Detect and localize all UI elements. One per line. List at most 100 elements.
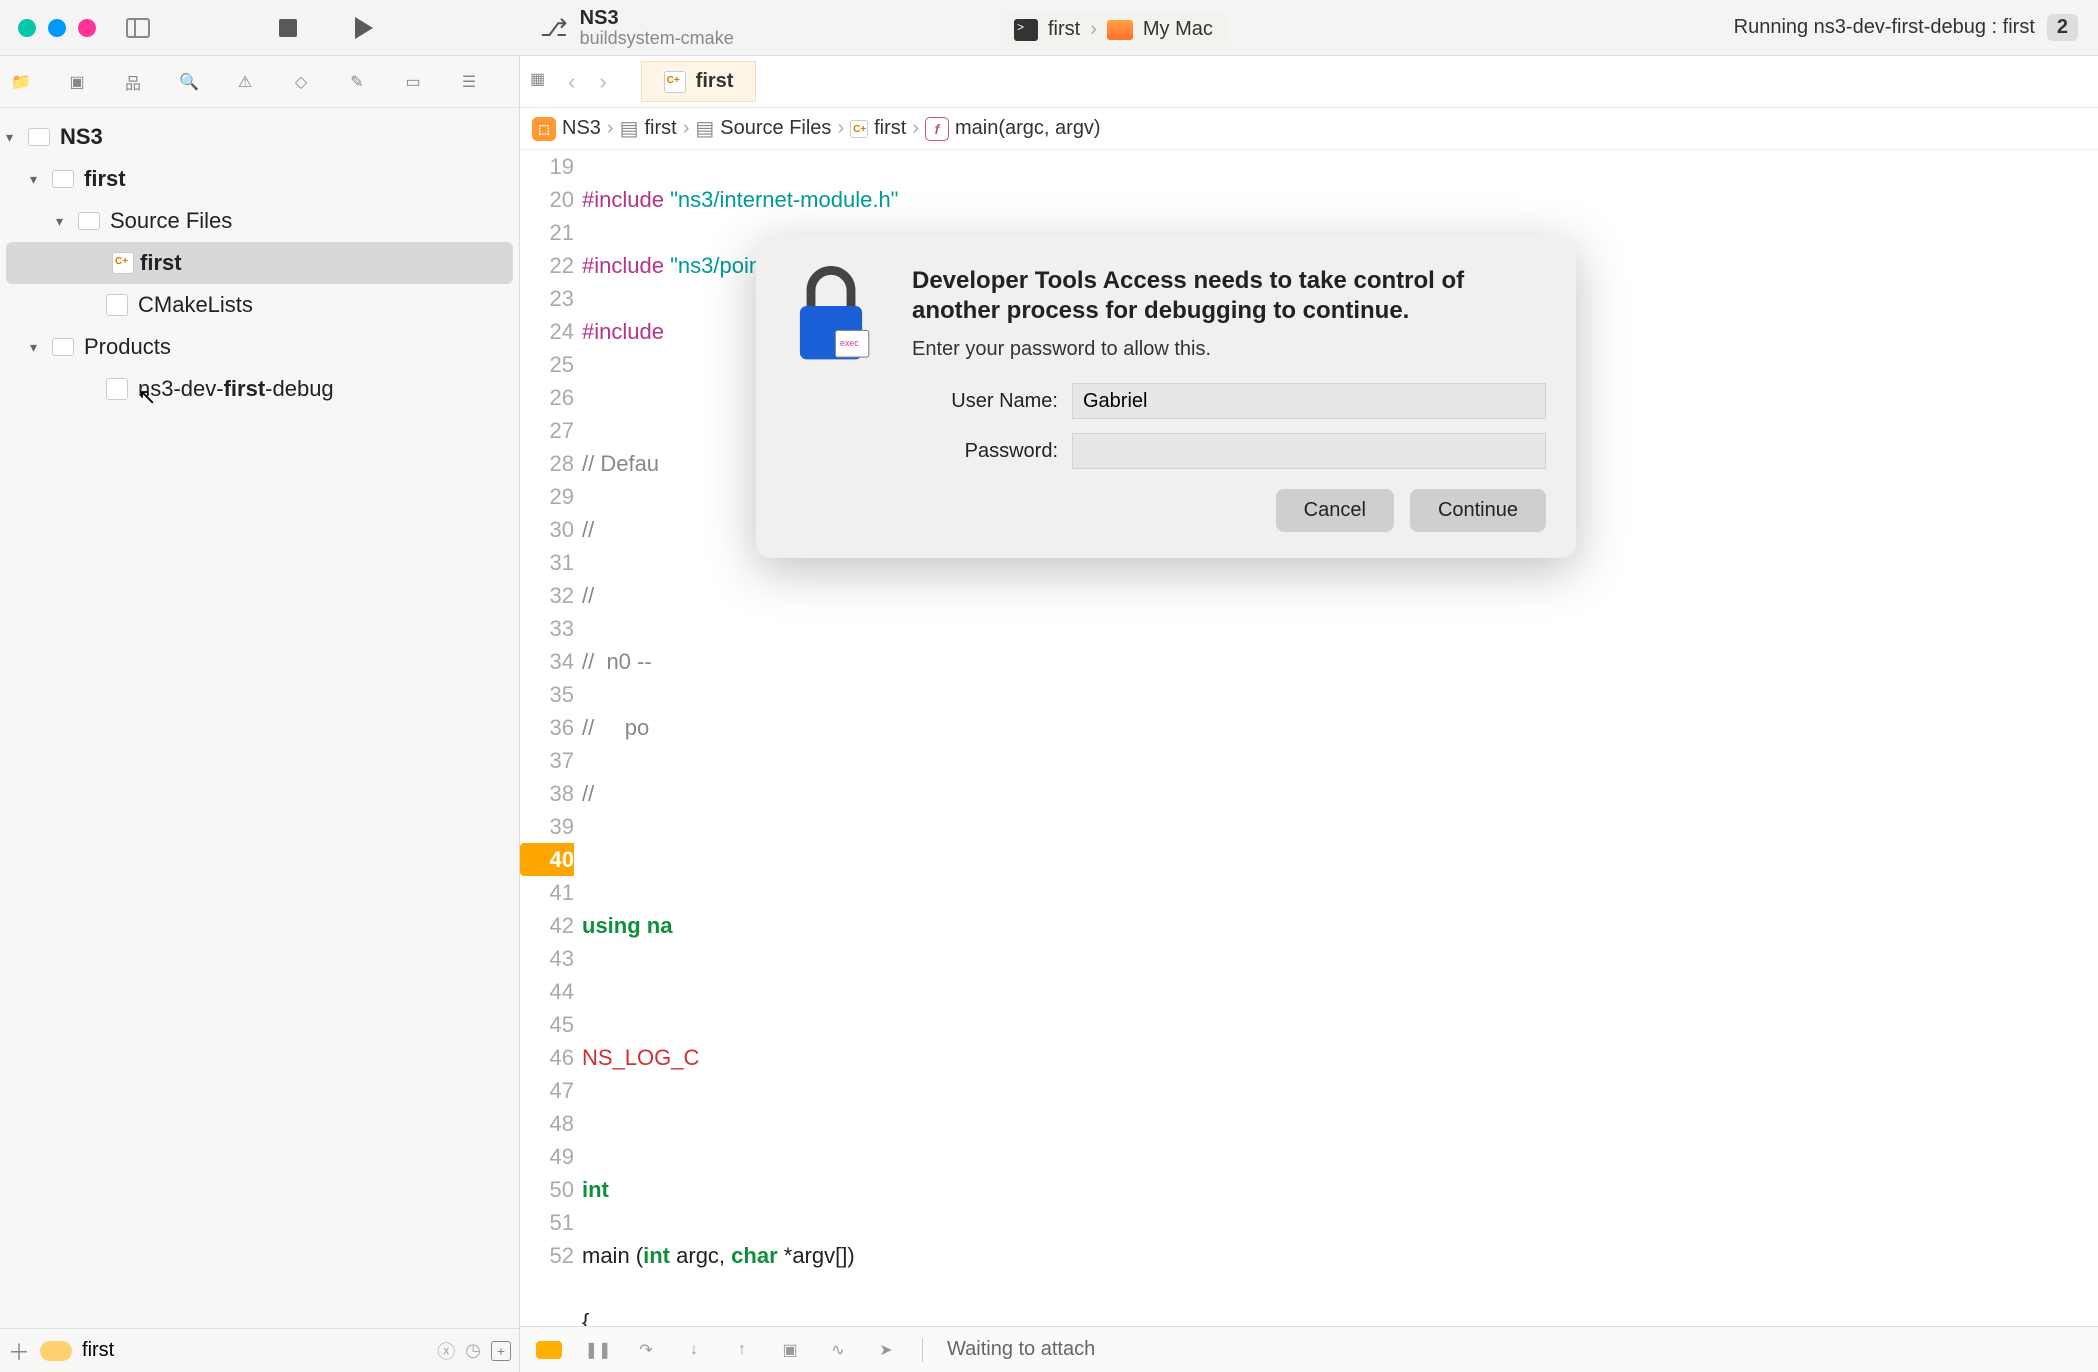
- line-number[interactable]: 46: [520, 1041, 574, 1074]
- step-into-icon[interactable]: ↓: [682, 1338, 706, 1362]
- line-number[interactable]: 30: [520, 513, 574, 546]
- line-number[interactable]: 22: [520, 249, 574, 282]
- tree-source-files[interactable]: ▾ Source Files: [0, 200, 519, 242]
- debug-navigator-tab-icon[interactable]: ✎: [344, 69, 370, 95]
- tree-products[interactable]: ▾ Products: [0, 326, 519, 368]
- tree-target-first[interactable]: ▾ first: [0, 158, 519, 200]
- project-navigator-tab-icon[interactable]: 📁: [8, 69, 34, 95]
- close-window-button[interactable]: [18, 19, 36, 37]
- tree-product-0[interactable]: ns3-dev-first-debug: [0, 368, 519, 410]
- source-control-tab-icon[interactable]: ▣: [64, 69, 90, 95]
- line-number[interactable]: 36: [520, 711, 574, 744]
- add-filter-icon[interactable]: +: [491, 1341, 511, 1361]
- disclosure-icon[interactable]: ▾: [30, 339, 46, 356]
- line-number[interactable]: 34: [520, 645, 574, 678]
- line-number[interactable]: 20: [520, 183, 574, 216]
- line-number[interactable]: 21: [520, 216, 574, 249]
- line-number[interactable]: 19: [520, 150, 574, 183]
- jump-bar[interactable]: ⬚ NS3 › ▤ first › ▤ Source Files › first…: [520, 108, 2098, 150]
- jump-file[interactable]: first: [874, 117, 906, 140]
- jump-target[interactable]: first: [644, 117, 676, 140]
- navigator-selector: 📁 ▣ 品 🔍 ⚠ ◇ ✎ ▭ ☰: [0, 56, 519, 108]
- window-controls: [18, 19, 96, 37]
- line-number[interactable]: 37: [520, 744, 574, 777]
- status-count-badge[interactable]: 2: [2047, 14, 2078, 41]
- line-number[interactable]: 49: [520, 1140, 574, 1173]
- line-number[interactable]: 27: [520, 414, 574, 447]
- line-number[interactable]: 28: [520, 447, 574, 480]
- line-number[interactable]: 29: [520, 480, 574, 513]
- line-number[interactable]: 43: [520, 942, 574, 975]
- continue-button[interactable]: Continue: [1410, 489, 1546, 532]
- breakpoint-toggle-icon[interactable]: [536, 1341, 562, 1359]
- issue-navigator-tab-icon[interactable]: ⚠: [232, 69, 258, 95]
- line-number[interactable]: 24: [520, 315, 574, 348]
- jump-symbol[interactable]: main(argc, argv): [955, 117, 1101, 140]
- pause-icon[interactable]: ❚❚: [586, 1338, 610, 1362]
- breakpoint-line-number[interactable]: 40: [520, 843, 574, 876]
- line-number[interactable]: 44: [520, 975, 574, 1008]
- line-number[interactable]: 50: [520, 1173, 574, 1206]
- line-number[interactable]: 23: [520, 282, 574, 315]
- disclosure-icon[interactable]: ▾: [6, 129, 22, 146]
- find-navigator-tab-icon[interactable]: 🔍: [176, 69, 202, 95]
- separator: [922, 1338, 923, 1362]
- filter-input[interactable]: [82, 1339, 427, 1362]
- jump-project[interactable]: NS3: [562, 117, 601, 140]
- line-number[interactable]: 48: [520, 1107, 574, 1140]
- run-destination[interactable]: first › My Mac: [1000, 12, 1227, 47]
- file-icon: [106, 378, 128, 400]
- line-number[interactable]: 52: [520, 1239, 574, 1272]
- line-number[interactable]: 31: [520, 546, 574, 579]
- debug-view-icon[interactable]: ▣: [778, 1338, 802, 1362]
- run-button[interactable]: [346, 10, 382, 46]
- password-field[interactable]: [1072, 433, 1546, 469]
- line-number[interactable]: 47: [520, 1074, 574, 1107]
- disclosure-icon[interactable]: ▾: [56, 213, 72, 230]
- step-out-icon[interactable]: ↑: [730, 1338, 754, 1362]
- username-field[interactable]: [1072, 383, 1546, 419]
- folder-icon: [52, 338, 74, 356]
- line-number[interactable]: 42: [520, 909, 574, 942]
- line-number[interactable]: 33: [520, 612, 574, 645]
- disclosure-icon[interactable]: ▾: [30, 171, 46, 188]
- line-number[interactable]: 26: [520, 381, 574, 414]
- tree-root[interactable]: ▾ NS3: [0, 116, 519, 158]
- cancel-button[interactable]: Cancel: [1276, 489, 1394, 532]
- recent-filter-icon[interactable]: ◷: [465, 1340, 481, 1361]
- stop-button[interactable]: [270, 10, 306, 46]
- tree-file-cmakelists[interactable]: CMakeLists: [0, 284, 519, 326]
- memory-graph-icon[interactable]: ∿: [826, 1338, 850, 1362]
- editor-tab[interactable]: first: [641, 61, 757, 102]
- symbol-navigator-tab-icon[interactable]: 品: [120, 69, 146, 95]
- step-over-icon[interactable]: ↷: [634, 1338, 658, 1362]
- project-tree: ▾ NS3 ▾ first ▾ Source Files first CMake…: [0, 108, 519, 1328]
- report-navigator-tab-icon[interactable]: ☰: [456, 69, 482, 95]
- line-number[interactable]: 25: [520, 348, 574, 381]
- location-icon[interactable]: ➤: [874, 1338, 898, 1362]
- line-gutter[interactable]: 19 20 21 22 23 24 25 26 27 28 29 30 31 3…: [520, 150, 582, 1372]
- related-items-icon[interactable]: ▦: [530, 69, 550, 89]
- line-number[interactable]: 32: [520, 579, 574, 612]
- zoom-window-button[interactable]: [78, 19, 96, 37]
- tree-file-first-cc[interactable]: first: [6, 242, 513, 284]
- clear-filter-icon[interactable]: ⓧ: [437, 1338, 455, 1364]
- back-button-icon[interactable]: ‹: [562, 69, 581, 95]
- forward-button-icon[interactable]: ›: [593, 69, 612, 95]
- minimize-window-button[interactable]: [48, 19, 66, 37]
- filter-scope-pill[interactable]: [40, 1341, 72, 1361]
- toggle-sidebar-icon[interactable]: [126, 18, 150, 38]
- add-button[interactable]: ＋: [8, 1335, 30, 1367]
- test-navigator-tab-icon[interactable]: ◇: [288, 69, 314, 95]
- scheme-selector[interactable]: ⎇ NS3 buildsystem-cmake: [540, 0, 734, 56]
- jump-group[interactable]: Source Files: [720, 117, 831, 140]
- svg-text:exec: exec: [840, 338, 859, 348]
- line-number[interactable]: 38: [520, 777, 574, 810]
- play-icon: [355, 17, 373, 39]
- line-number[interactable]: 51: [520, 1206, 574, 1239]
- line-number[interactable]: 39: [520, 810, 574, 843]
- line-number[interactable]: 45: [520, 1008, 574, 1041]
- line-number[interactable]: 41: [520, 876, 574, 909]
- line-number[interactable]: 35: [520, 678, 574, 711]
- breakpoint-navigator-tab-icon[interactable]: ▭: [400, 69, 426, 95]
